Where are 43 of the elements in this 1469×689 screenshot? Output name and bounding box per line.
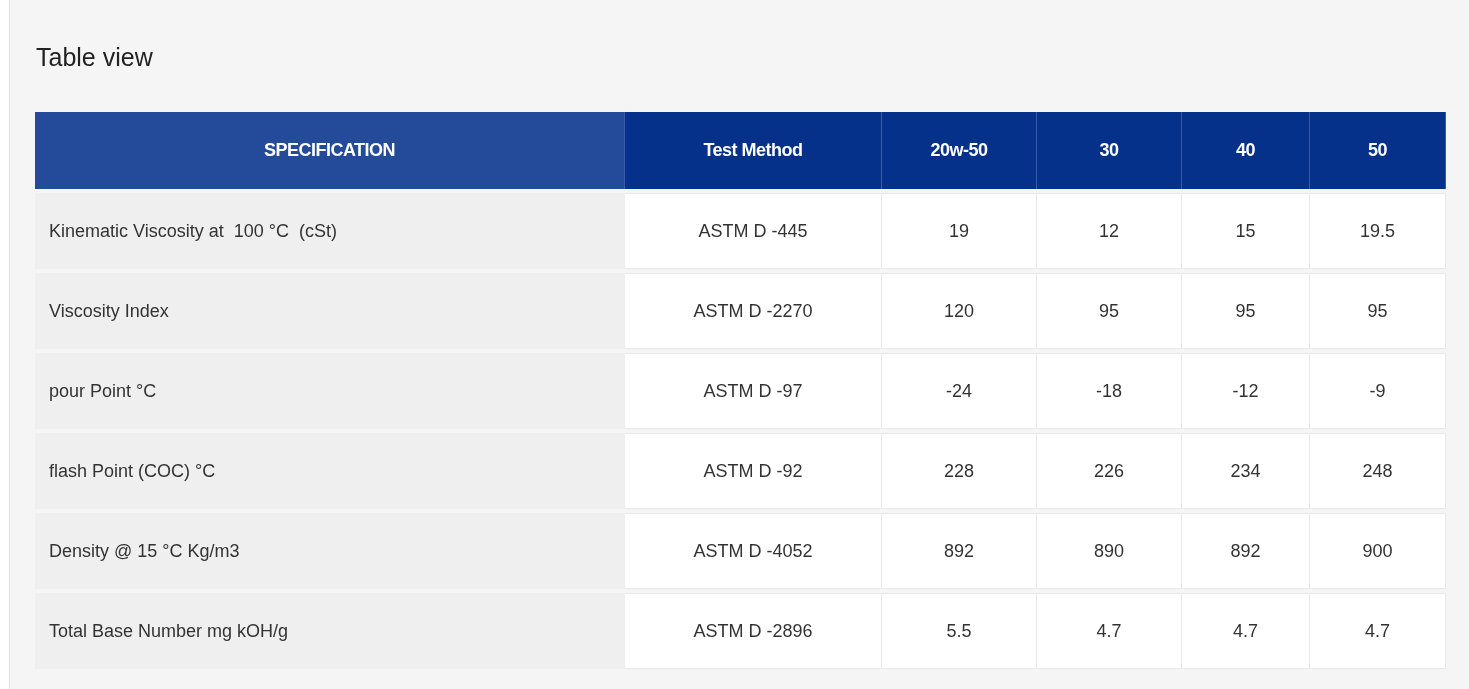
column-header: 40 [1182, 112, 1310, 189]
table-cell: -9 [1310, 353, 1446, 429]
row-label: Total Base Number mg kOH/g [35, 593, 625, 669]
row-label: Kinematic Viscosity at 100 °C (cSt) [35, 193, 625, 269]
table-cell: 95 [1037, 273, 1182, 349]
table-cell: 234 [1182, 433, 1310, 509]
table-cell: 4.7 [1037, 593, 1182, 669]
table-cell: 892 [1182, 513, 1310, 589]
table-cell: ASTM D -92 [625, 433, 882, 509]
row-label: flash Point (COC) °C [35, 433, 625, 509]
table-cell: 248 [1310, 433, 1446, 509]
table-cell: 892 [882, 513, 1037, 589]
table-cell: 95 [1310, 273, 1446, 349]
table-cell: ASTM D -445 [625, 193, 882, 269]
column-header: 20w-50 [882, 112, 1037, 189]
table-cell: 15 [1182, 193, 1310, 269]
table-cell: 120 [882, 273, 1037, 349]
column-header: 30 [1037, 112, 1182, 189]
table-cell: -18 [1037, 353, 1182, 429]
table-cell: 95 [1182, 273, 1310, 349]
column-header: 50 [1310, 112, 1446, 189]
row-label: pour Point °C [35, 353, 625, 429]
column-header: Test Method [625, 112, 882, 189]
table-cell: ASTM D -2270 [625, 273, 882, 349]
table-cell: ASTM D -97 [625, 353, 882, 429]
column-header: SPECIFICATION [35, 112, 625, 189]
table-cell: 890 [1037, 513, 1182, 589]
table-cell: 5.5 [882, 593, 1037, 669]
section-title: Table view [36, 42, 154, 72]
table-cell: 226 [1037, 433, 1182, 509]
table-cell: 19.5 [1310, 193, 1446, 269]
table-cell: 4.7 [1310, 593, 1446, 669]
table-cell: ASTM D -4052 [625, 513, 882, 589]
table-cell: -24 [882, 353, 1037, 429]
table-cell: 4.7 [1182, 593, 1310, 669]
table-cell: 12 [1037, 193, 1182, 269]
table-cell: -12 [1182, 353, 1310, 429]
table-cell: ASTM D -2896 [625, 593, 882, 669]
row-label: Viscosity Index [35, 273, 625, 349]
table-cell: 900 [1310, 513, 1446, 589]
table-cell: 228 [882, 433, 1037, 509]
table-cell: 19 [882, 193, 1037, 269]
row-label: Density @ 15 °C Kg/m3 [35, 513, 625, 589]
